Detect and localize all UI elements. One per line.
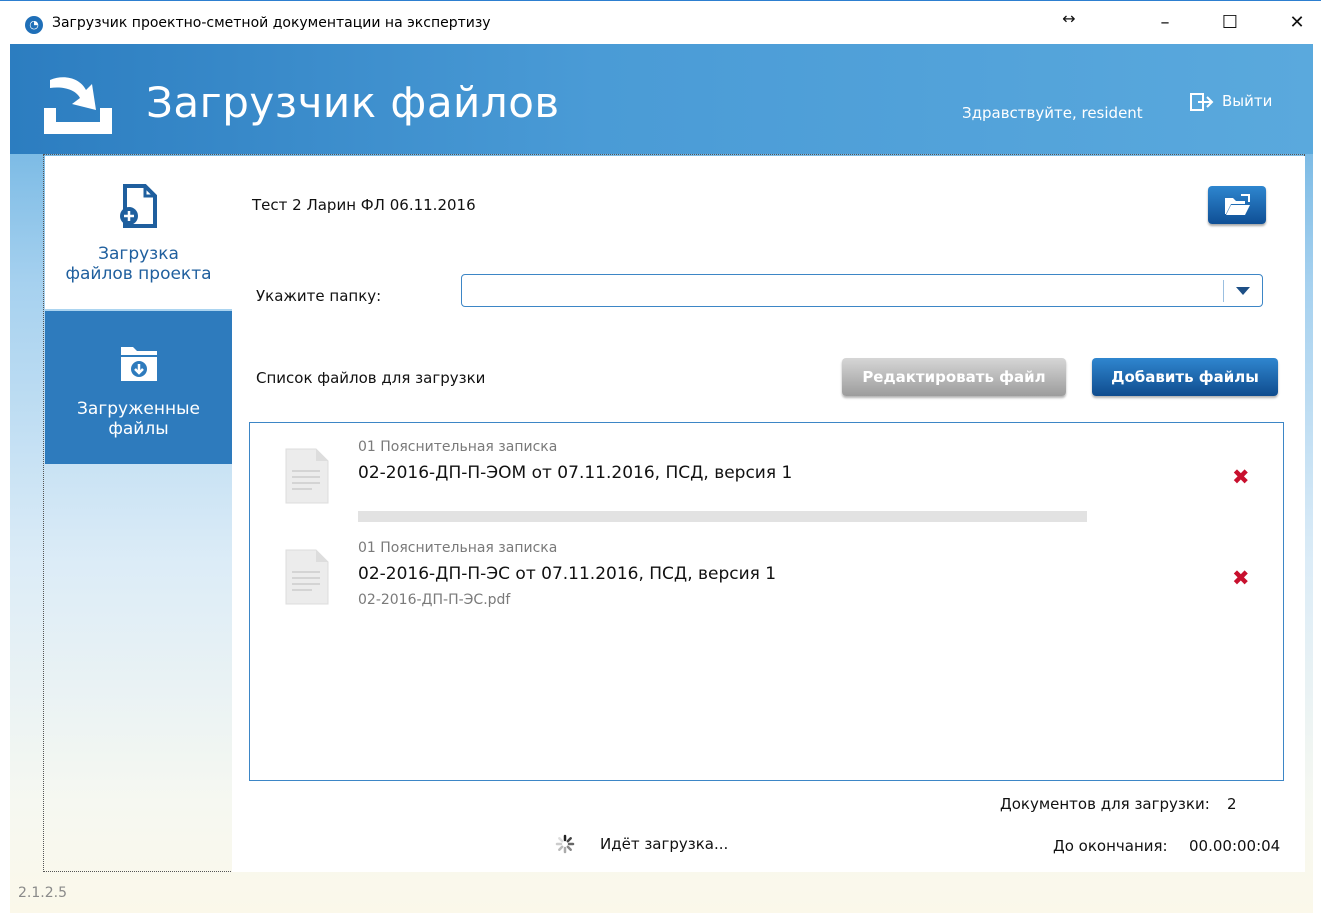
close-button[interactable]: ✕	[1274, 7, 1320, 39]
window-title: Загрузчик проектно-сметной документации …	[52, 15, 491, 31]
resize-icon[interactable]: ↔	[1046, 3, 1092, 35]
document-icon	[285, 549, 329, 605]
logout-button[interactable]: Выйти	[1190, 92, 1272, 111]
app-version: 2.1.2.5	[18, 885, 67, 901]
remove-file-icon[interactable]: ✖	[1232, 467, 1250, 488]
add-files-button[interactable]: Добавить файлы	[1092, 358, 1278, 396]
folder-select[interactable]	[461, 274, 1263, 307]
remove-file-icon[interactable]: ✖	[1232, 568, 1250, 589]
file-list: 01 Пояснительная записка 02-2016-ДП-П-ЭО…	[249, 422, 1284, 781]
folder-download-icon	[121, 347, 157, 381]
user-greeting: Здравствуйте, resident	[962, 104, 1143, 122]
folder-label: Укажите папку:	[256, 287, 382, 305]
eta-label: До окончания:	[1053, 837, 1168, 855]
brand-title: Загрузчик файлов	[146, 78, 560, 127]
document-icon	[285, 448, 329, 504]
file-category: 01 Пояснительная записка	[358, 540, 558, 556]
sidebar-item-upload-project-files[interactable]: Загрузка файлов проекта	[45, 156, 232, 309]
list-item[interactable]: 01 Пояснительная записка 02-2016-ДП-П-ЭС…	[250, 534, 1283, 634]
docs-count: 2	[1227, 795, 1237, 813]
minimize-button[interactable]: –	[1142, 7, 1188, 39]
app-header: Загрузчик файлов Здравствуйте, resident …	[10, 44, 1313, 154]
select-separator	[1223, 280, 1224, 302]
window-titlebar: ◔ Загрузчик проектно-сметной документаци…	[0, 0, 1321, 44]
main-frame: Загрузка файлов проекта Загруженные файл…	[43, 154, 1305, 872]
upload-progress-bar	[358, 511, 1087, 522]
docs-count-label: Документов для загрузки:	[1000, 795, 1210, 813]
logout-label: Выйти	[1222, 92, 1273, 110]
upload-logo-icon	[44, 77, 112, 134]
file-category: 01 Пояснительная записка	[358, 439, 558, 455]
open-folder-button[interactable]	[1208, 186, 1266, 224]
file-add-icon	[120, 184, 157, 228]
file-list-label: Список файлов для загрузки	[256, 369, 486, 387]
spinner-icon	[555, 834, 575, 854]
sidebar-item-label: Загрузка файлов проекта	[65, 244, 212, 284]
project-title: Тест 2 Ларин ФЛ 06.11.2016	[252, 196, 476, 214]
open-folder-icon	[1225, 194, 1250, 215]
file-name: 02-2016-ДП-П-ЭС от 07.11.2016, ПСД, верс…	[358, 564, 777, 584]
sidebar-item-uploaded-files[interactable]: Загруженные файлы	[45, 311, 232, 464]
file-name: 02-2016-ДП-П-ЭОМ от 07.11.2016, ПСД, вер…	[358, 463, 793, 483]
edit-file-button[interactable]: Редактировать файл	[842, 358, 1066, 396]
eta-value: 00.00:00:04	[1189, 837, 1281, 855]
chevron-down-icon[interactable]	[1236, 287, 1250, 295]
app-window: Загрузчик файлов Здравствуйте, resident …	[10, 44, 1313, 913]
sidebar-item-label: Загруженные файлы	[77, 399, 200, 439]
sidebar: Загрузка файлов проекта Загруженные файл…	[45, 156, 232, 872]
upload-status: Идёт загрузка...	[600, 835, 729, 853]
logout-icon	[1190, 92, 1214, 111]
list-item[interactable]: 01 Пояснительная записка 02-2016-ДП-П-ЭО…	[250, 433, 1283, 533]
maximize-button[interactable]: ☐	[1207, 7, 1253, 39]
app-icon: ◔	[25, 16, 43, 34]
content-panel: Тест 2 Ларин ФЛ 06.11.2016 Укажите папку…	[232, 156, 1305, 872]
file-filename: 02-2016-ДП-П-ЭС.pdf	[358, 592, 511, 608]
